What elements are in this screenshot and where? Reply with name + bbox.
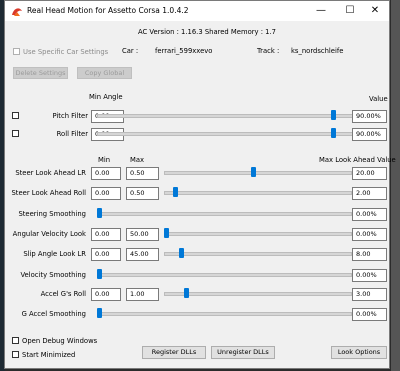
steer-look-ahead-lr-slider-thumb[interactable] [251, 167, 256, 177]
slip-angle-look-lr-min-input[interactable]: 0.00 [91, 248, 121, 261]
track-value: ks_nordschleife [291, 47, 344, 55]
angular-velocity-look-label: Angular Velocity Look [12, 230, 86, 238]
angular-velocity-look-value-input[interactable]: 0.00% [352, 228, 387, 241]
slip-angle-look-lr-label: Slip Angle Look LR [23, 250, 86, 258]
g-accel-smoothing-slider-thumb[interactable] [97, 308, 102, 318]
minimize-button[interactable]: — [307, 1, 335, 21]
app-icon [12, 8, 22, 16]
accel-g-s-roll-max-input[interactable]: 1.00 [126, 288, 159, 301]
value-header-top: Value [369, 95, 388, 103]
roll-filter-value-input[interactable]: 90.00% [352, 128, 387, 141]
steer-look-ahead-lr-label: Steer Look Ahead LR [15, 169, 86, 177]
steer-look-ahead-roll-slider-thumb[interactable] [173, 187, 178, 197]
steer-look-ahead-lr-slider-track[interactable] [164, 171, 352, 175]
angular-velocity-look-min-input[interactable]: 0.00 [91, 228, 121, 241]
min-angle-header: Min Angle [89, 93, 123, 101]
roll-filter-slider-thumb[interactable] [331, 128, 336, 138]
steer-look-ahead-roll-slider-track[interactable] [164, 191, 352, 195]
pitch-filter-slider-track[interactable] [97, 114, 353, 118]
g-accel-smoothing-value-input[interactable]: 0.00% [352, 308, 387, 321]
steer-look-ahead-roll-label: Steer Look Ahead Roll [11, 189, 86, 197]
min-header: Min [98, 156, 111, 164]
roll-filter-slider-track[interactable] [97, 132, 353, 136]
steer-look-ahead-lr-max-input[interactable]: 0.50 [126, 167, 159, 180]
steering-smoothing-slider-track[interactable] [97, 212, 352, 216]
velocity-smoothing-slider-thumb[interactable] [97, 269, 102, 279]
max-look-ahead-value-header: Max Look Ahead Value [319, 156, 396, 164]
steer-look-ahead-lr-min-input[interactable]: 0.00 [91, 167, 121, 180]
g-accel-smoothing-label: G Accel Smoothing [21, 310, 86, 318]
open-debug-windows-label: Open Debug Windows [22, 337, 98, 345]
car-value: ferrari_599xxevo [155, 47, 213, 55]
max-header: Max [130, 156, 145, 164]
open-debug-windows-checkbox[interactable] [12, 337, 19, 344]
copy-global-button[interactable]: Copy Global [77, 67, 132, 79]
accel-g-s-roll-value-input[interactable]: 3.00 [352, 288, 387, 301]
accel-g-s-roll-slider-thumb[interactable] [184, 288, 189, 298]
track-label: Track : [257, 47, 280, 55]
start-minimized-label: Start Minimized [22, 351, 76, 359]
delete-settings-button[interactable]: Delete Settings [13, 67, 68, 79]
velocity-smoothing-slider-track[interactable] [97, 273, 352, 277]
slip-angle-look-lr-max-input[interactable]: 45.00 [126, 248, 159, 261]
g-accel-smoothing-slider-track[interactable] [97, 312, 352, 316]
angular-velocity-look-slider-track[interactable] [164, 232, 352, 236]
steer-look-ahead-roll-max-input[interactable]: 0.50 [126, 187, 159, 200]
app-window: Real Head Motion for Assetto Corsa 1.0.4… [4, 0, 396, 369]
velocity-smoothing-value-input[interactable]: 0.00% [352, 269, 387, 282]
accel-g-s-roll-slider-track[interactable] [164, 292, 352, 296]
pitch-filter-value-input[interactable]: 90.00% [352, 110, 387, 123]
accel-g-s-roll-label: Accel G's Roll [40, 290, 86, 298]
close-button[interactable]: ✕ [361, 1, 389, 21]
accel-g-s-roll-min-input[interactable]: 0.00 [91, 288, 121, 301]
unregister-dlls-button[interactable]: Unregister DLLs [211, 346, 275, 359]
pitch-filter-slider-thumb[interactable] [331, 110, 336, 120]
look-options-button[interactable]: Look Options [331, 346, 387, 359]
maximize-button[interactable]: ☐ [336, 1, 364, 21]
angular-velocity-look-slider-thumb[interactable] [164, 228, 169, 238]
slip-angle-look-lr-slider-thumb[interactable] [179, 248, 184, 258]
steer-look-ahead-roll-value-input[interactable]: 2.00 [352, 187, 387, 200]
slip-angle-look-lr-value-input[interactable]: 8.00 [352, 248, 387, 261]
title-bar[interactable]: Real Head Motion for Assetto Corsa 1.0.4… [5, 1, 389, 21]
pitch-filter-label: Pitch Filter [52, 112, 88, 120]
window-title: Real Head Motion for Assetto Corsa 1.0.4… [27, 6, 189, 15]
slip-angle-look-lr-slider-track[interactable] [164, 252, 352, 256]
start-minimized-checkbox[interactable] [12, 351, 19, 358]
car-label: Car : [122, 47, 139, 55]
angular-velocity-look-max-input[interactable]: 50.00 [126, 228, 159, 241]
steering-smoothing-label: Steering Smoothing [18, 210, 86, 218]
register-dlls-button[interactable]: Register DLLs [142, 346, 206, 359]
use-specific-car-label: Use Specific Car Settings [23, 48, 109, 56]
roll-filter-label: Roll Filter [56, 130, 88, 138]
steering-smoothing-value-input[interactable]: 0.00% [352, 208, 387, 221]
desktop-right [391, 0, 400, 371]
steer-look-ahead-lr-value-input[interactable]: 20.00 [352, 167, 387, 180]
use-specific-car-checkbox[interactable] [13, 48, 20, 55]
steer-look-ahead-roll-min-input[interactable]: 0.00 [91, 187, 121, 200]
steering-smoothing-slider-thumb[interactable] [97, 208, 102, 218]
ac-version-text: AC Version : 1.16.3 Shared Memory : 1.7 [138, 28, 276, 36]
velocity-smoothing-label: Velocity Smoothing [20, 271, 86, 279]
